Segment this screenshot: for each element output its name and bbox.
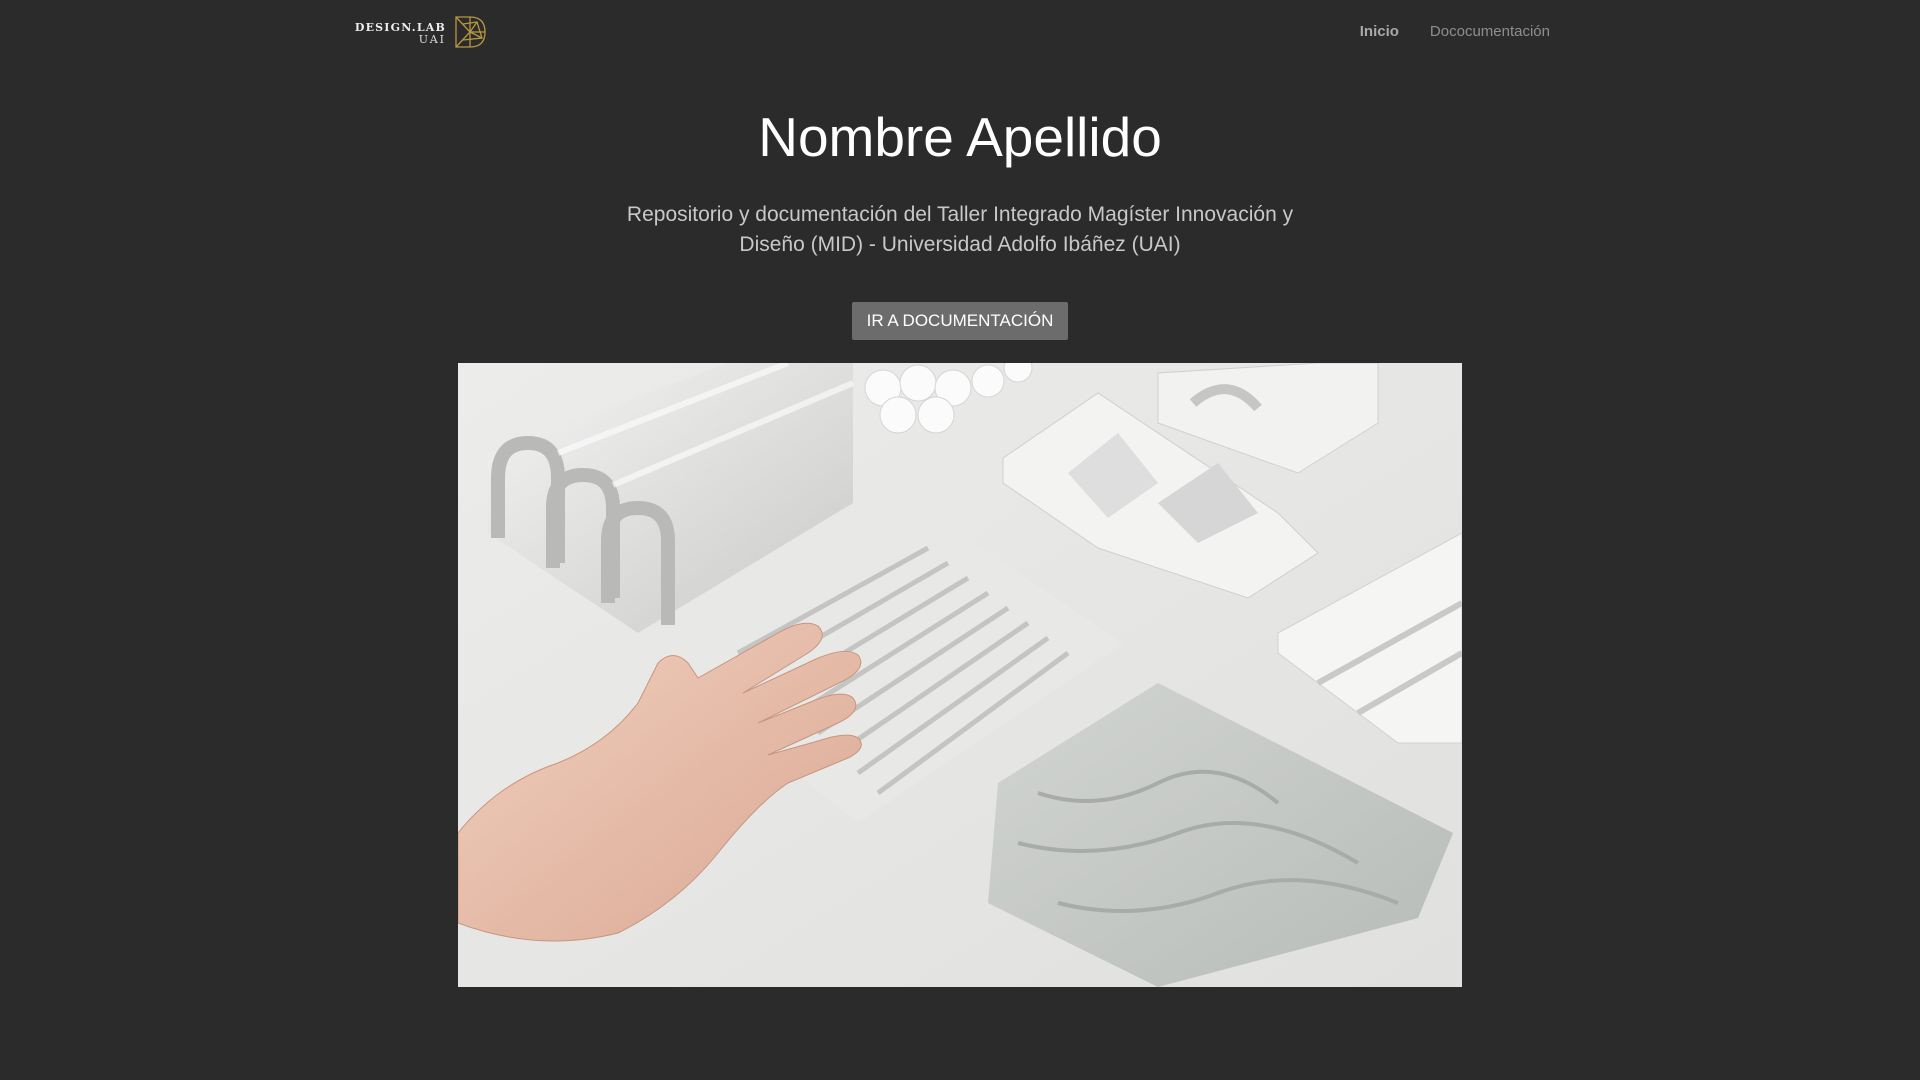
navbar: DESIGN.LAB UAI Inicio Dococumentación — [0, 0, 1920, 66]
hero-subtitle: Repositorio y documentación del Taller I… — [626, 203, 1294, 256]
brand-logo[interactable]: DESIGN.LAB UAI — [354, 14, 489, 52]
material-samples-illustration — [458, 363, 1462, 987]
documentation-button[interactable]: IR A DOCUMENTACIÓN — [852, 302, 1068, 340]
geometric-d-icon — [455, 16, 486, 48]
logo-text: DESIGN.LAB UAI — [354, 22, 446, 46]
main-nav: Inicio Dococumentación — [1360, 23, 1550, 40]
nav-item-inicio[interactable]: Inicio — [1360, 23, 1399, 40]
page-title: Nombre Apellido — [758, 106, 1162, 168]
hero-image — [458, 363, 1462, 987]
nav-item-documentacion[interactable]: Dococumentación — [1430, 23, 1550, 40]
logo-line2: UAI — [418, 33, 446, 46]
